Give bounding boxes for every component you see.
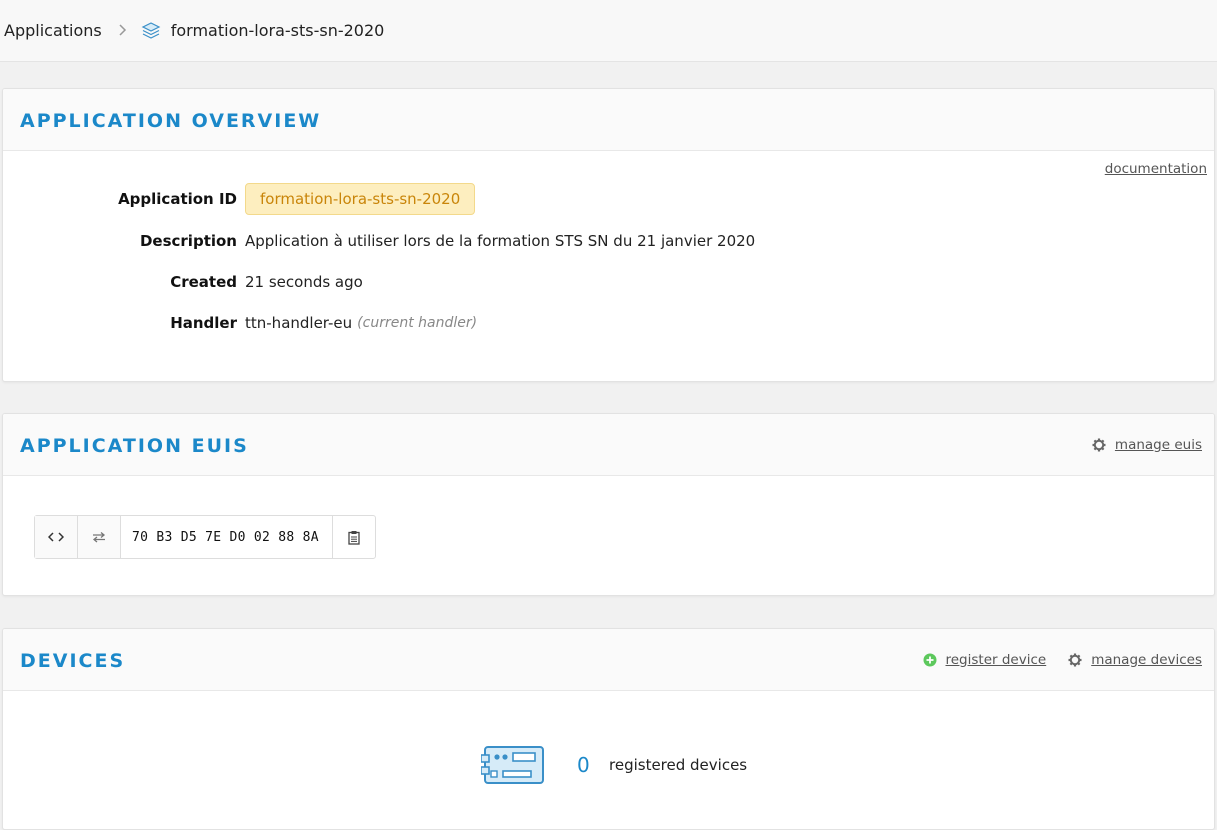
swap-icon[interactable] bbox=[78, 516, 121, 558]
description-row: Description Application à utiliser lors … bbox=[3, 232, 755, 250]
layers-icon bbox=[141, 21, 161, 39]
euis-actions: manage euis bbox=[1070, 414, 1202, 475]
eui-value: 70 B3 D5 7E D0 02 88 8A bbox=[121, 516, 333, 558]
eui-field: 70 B3 D5 7E D0 02 88 8A bbox=[34, 515, 376, 559]
register-device-link[interactable]: register device bbox=[923, 651, 1047, 668]
gear-icon bbox=[1068, 653, 1082, 666]
devices-count: 0 bbox=[577, 753, 590, 777]
handler-value: ttn-handler-eu bbox=[245, 314, 353, 332]
code-icon[interactable] bbox=[35, 516, 78, 558]
devices-card: DEVICES register device manage devices 0… bbox=[2, 628, 1215, 830]
application-id-badge: formation-lora-sts-sn-2020 bbox=[245, 183, 476, 215]
manage-devices-link[interactable]: manage devices bbox=[1068, 652, 1202, 668]
gear-icon bbox=[1092, 438, 1106, 451]
overview-title: APPLICATION OVERVIEW bbox=[20, 110, 322, 132]
devices-actions: register device manage devices bbox=[901, 629, 1202, 690]
breadcrumb: Applications formation-lora-sts-sn-2020 bbox=[0, 0, 1217, 62]
documentation-link[interactable]: documentation bbox=[1105, 161, 1207, 177]
clipboard-icon[interactable] bbox=[333, 516, 375, 558]
application-id-label: Application ID bbox=[118, 190, 237, 208]
euis-header: APPLICATION EUIS manage euis bbox=[3, 414, 1214, 476]
euis-title: APPLICATION EUIS bbox=[20, 435, 249, 457]
register-device-label: register device bbox=[945, 651, 1047, 668]
created-value: 21 seconds ago bbox=[245, 273, 363, 291]
handler-label: Handler bbox=[170, 314, 237, 332]
breadcrumb-current: formation-lora-sts-sn-2020 bbox=[170, 21, 385, 40]
devices-summary: 0 registered devices bbox=[481, 745, 747, 785]
breadcrumb-applications-link[interactable]: Applications bbox=[4, 21, 102, 40]
created-label: Created bbox=[170, 273, 237, 291]
description-label: Description bbox=[139, 232, 237, 250]
handler-row: Handler ttn-handler-eu (current handler) bbox=[3, 314, 477, 332]
devices-title: DEVICES bbox=[20, 650, 126, 672]
application-id-row: Application ID formation-lora-sts-sn-202… bbox=[3, 183, 476, 215]
handler-hint: (current handler) bbox=[357, 315, 478, 331]
manage-euis-link[interactable]: manage euis bbox=[1092, 437, 1202, 453]
overview-header: APPLICATION OVERVIEW bbox=[3, 89, 1214, 151]
manage-euis-label: manage euis bbox=[1114, 436, 1202, 453]
created-row: Created 21 seconds ago bbox=[3, 273, 363, 291]
device-icon bbox=[481, 746, 544, 784]
devices-count-label: registered devices bbox=[609, 756, 748, 774]
application-euis-card: APPLICATION EUIS manage euis 70 B3 D5 7E… bbox=[2, 413, 1215, 596]
description-value: Application à utiliser lors de la format… bbox=[245, 232, 756, 250]
devices-header: DEVICES register device manage devices bbox=[3, 629, 1214, 691]
chevron-right-icon bbox=[118, 22, 127, 40]
manage-devices-label: manage devices bbox=[1091, 651, 1202, 668]
plus-circle-icon bbox=[923, 653, 936, 666]
application-overview-card: APPLICATION OVERVIEW documentation Appli… bbox=[2, 88, 1215, 382]
